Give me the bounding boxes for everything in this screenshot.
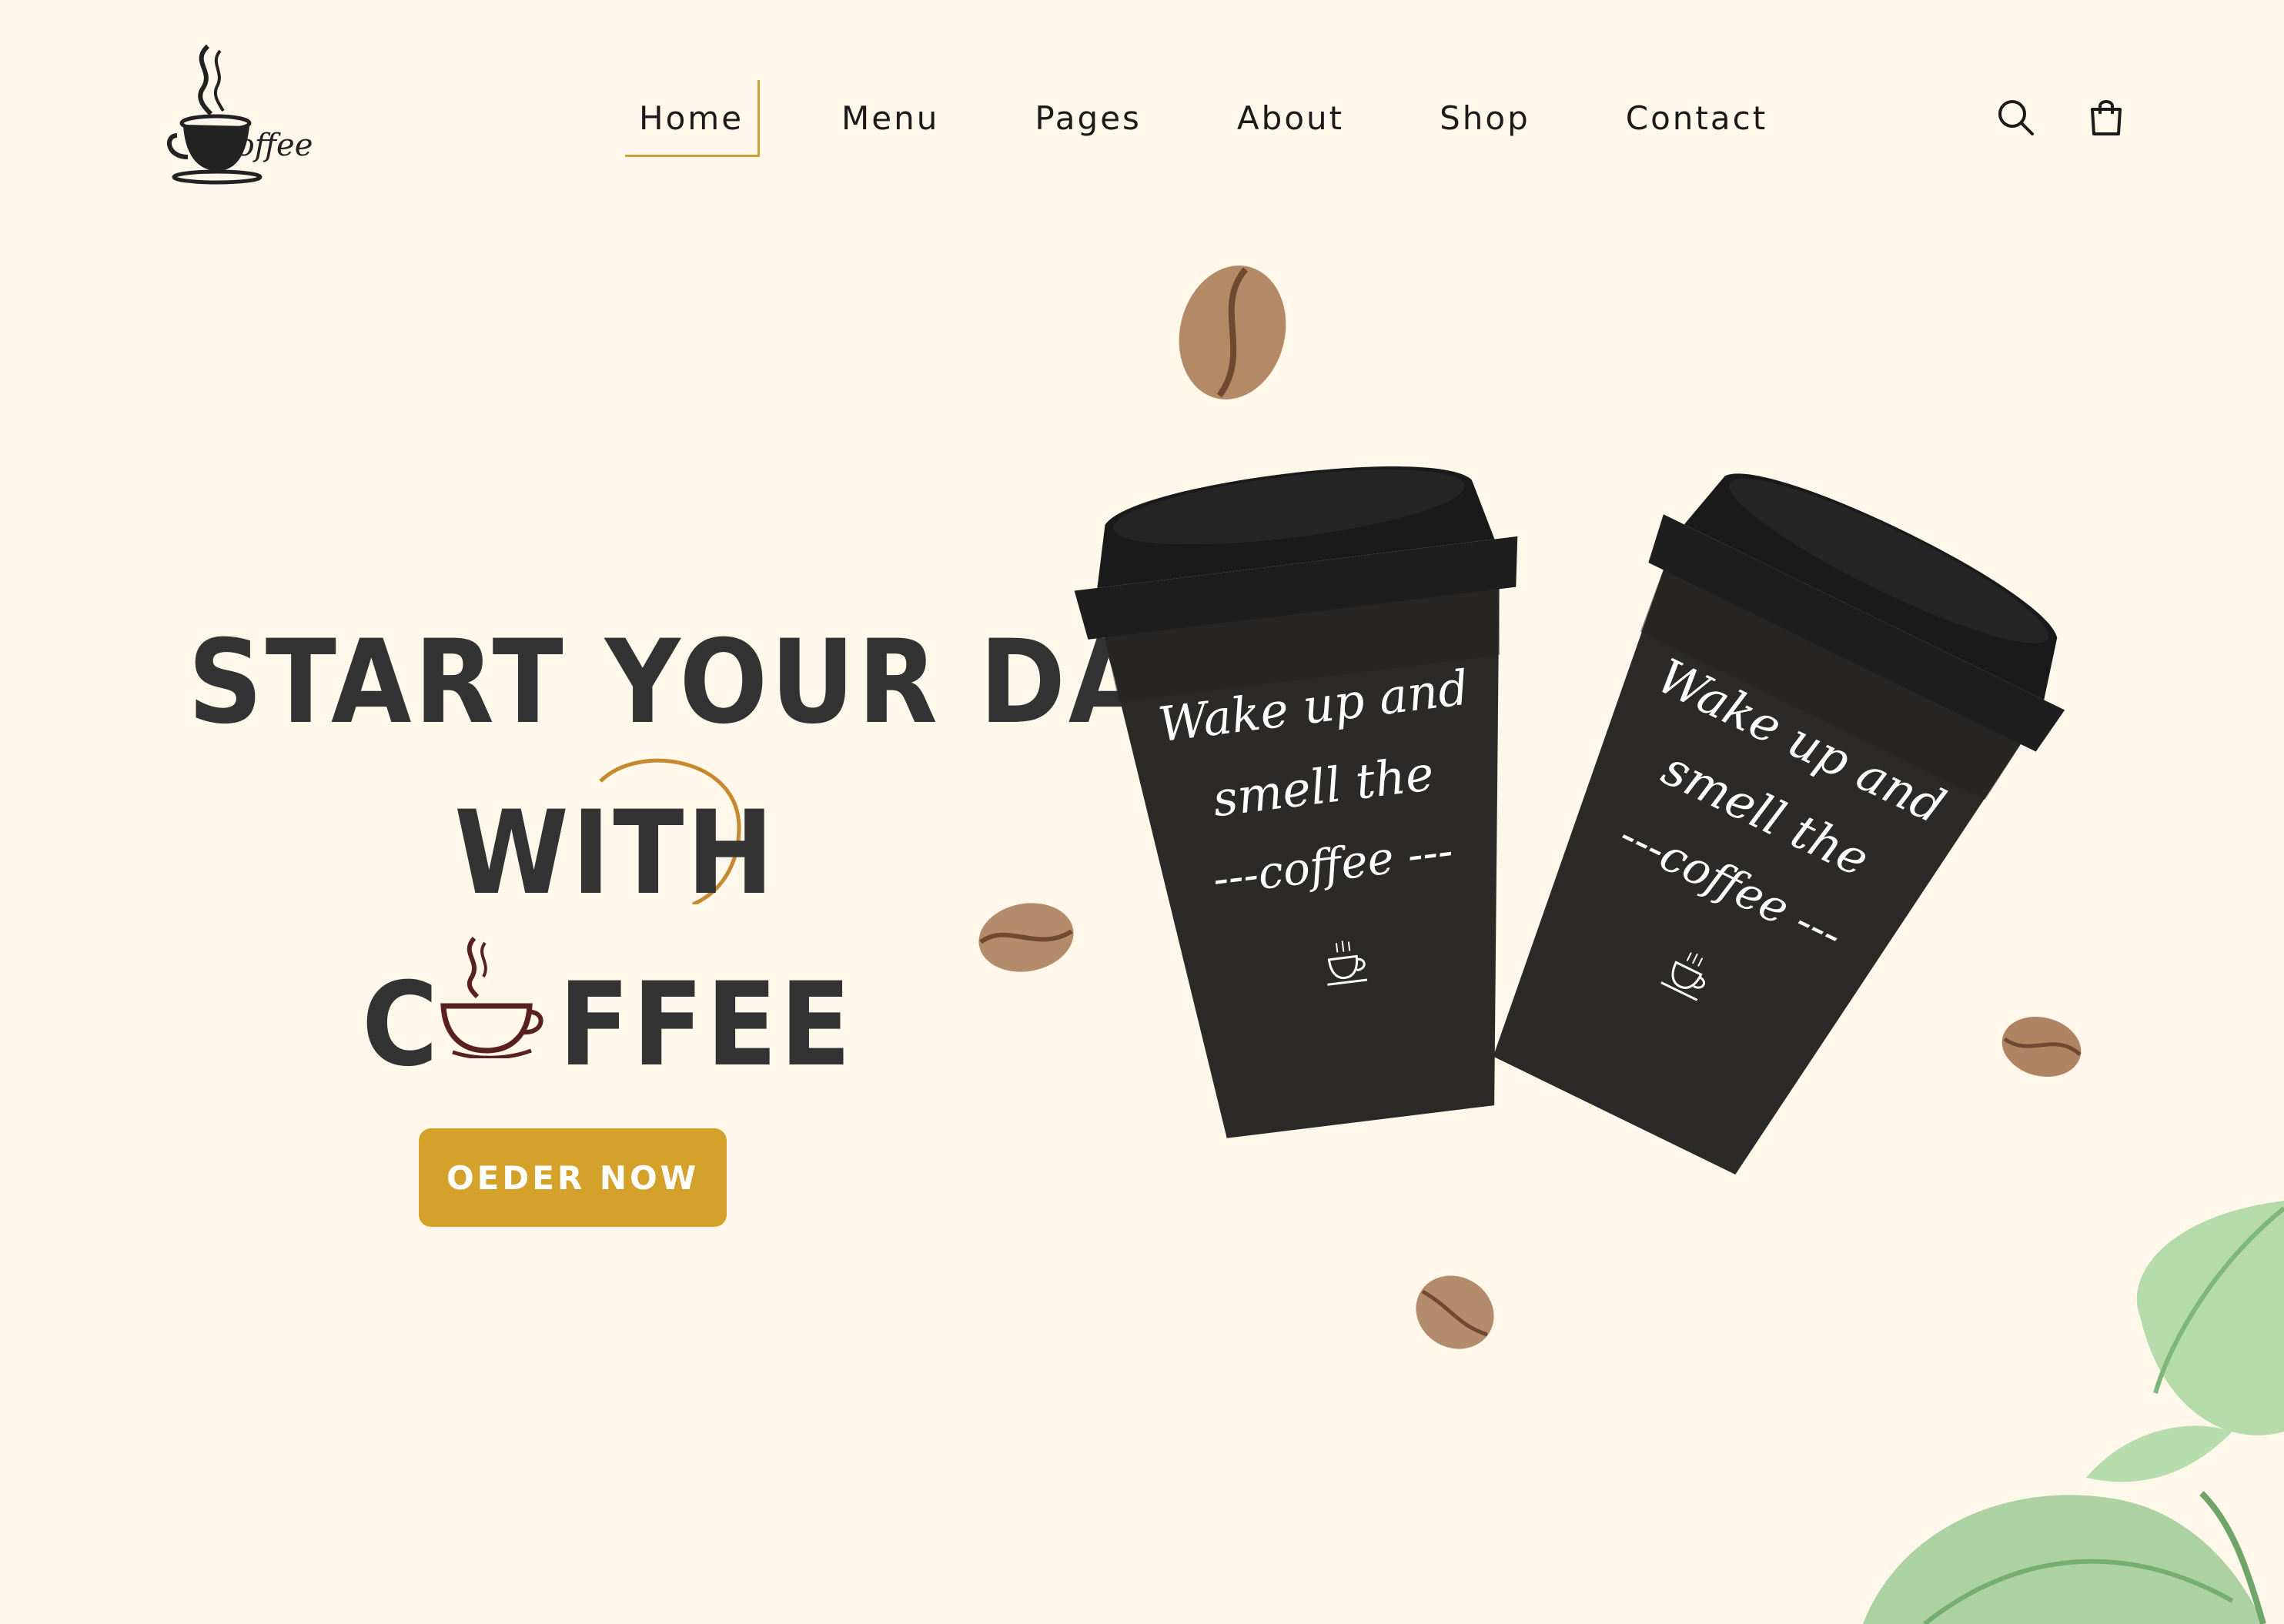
coffee-bean-image (1179, 266, 1286, 399)
hero-heading-line2: WITH (454, 787, 777, 921)
hero-letter-c: C (362, 958, 441, 1092)
hero-heading-line3: C FFEE (362, 958, 854, 1092)
coffee-bean-image (2001, 1017, 2082, 1077)
coffee-bean-image (978, 903, 1074, 972)
brand-logo[interactable]: Coffee (160, 40, 314, 186)
nav-pages[interactable]: Pages (1021, 80, 1155, 157)
cup-print-mug-icon (1327, 941, 1368, 986)
nav-menu[interactable]: Menu (828, 80, 953, 157)
nav-shop[interactable]: Shop (1426, 80, 1544, 157)
coffee-bean-image (1416, 1275, 1494, 1349)
hero-letters-ffee: FFEE (558, 958, 854, 1092)
nav-about[interactable]: About (1223, 80, 1358, 157)
hero-heading-line1: START YOUR DAY (188, 616, 1220, 750)
search-icon[interactable] (1995, 97, 2035, 137)
order-now-button[interactable]: OEDER NOW (419, 1128, 727, 1227)
leaf-decoration (1863, 1201, 2284, 1624)
nav-home[interactable]: Home (625, 80, 761, 157)
main-nav: Home Menu Pages About Shop Contact (625, 80, 1849, 157)
shopping-bag-icon[interactable] (2086, 97, 2126, 137)
nav-contact[interactable]: Contact (1612, 80, 1781, 157)
logo-wordmark: Coffee (212, 128, 313, 163)
coffee-cup-icon (440, 936, 543, 1058)
